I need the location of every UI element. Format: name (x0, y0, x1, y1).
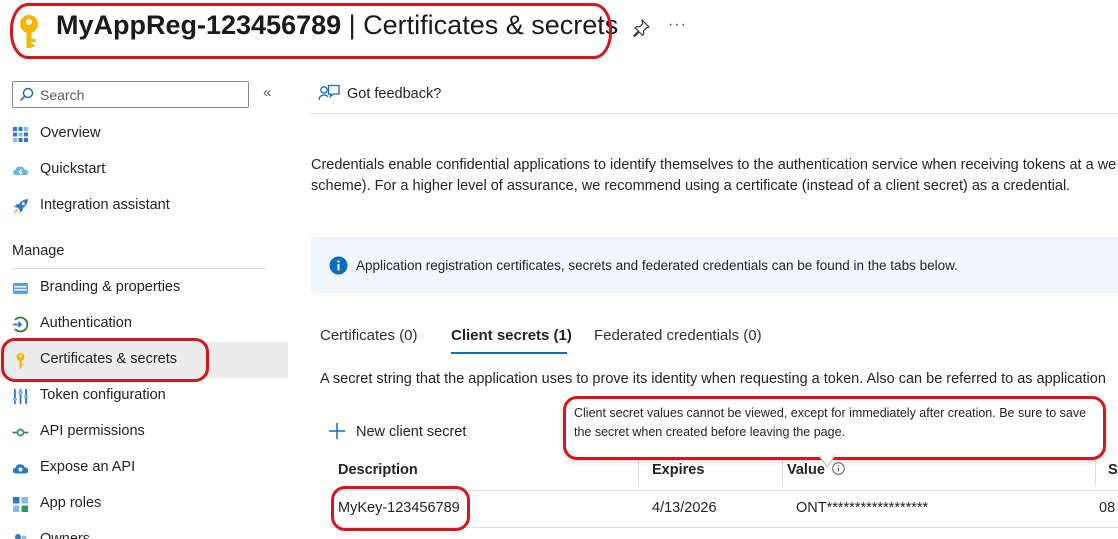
info-banner-text: Application registration certificates, s… (356, 258, 958, 273)
column-header-expires[interactable]: Expires (652, 462, 704, 478)
sidebar-item-api-permissions[interactable]: API permissions (0, 414, 288, 450)
sidebar-item-overview[interactable]: Overview (0, 116, 288, 152)
sidebar-item-certificates-secrets[interactable]: Certificates & secrets (0, 342, 288, 378)
sidebar-item-label: Expose an API (40, 459, 136, 475)
description-line: Credentials enable confidential applicat… (311, 157, 1117, 173)
sidebar-item-label: Overview (40, 125, 101, 141)
title-separator: | (341, 10, 364, 40)
tooltip-pointer (818, 455, 836, 468)
page-header: MyAppReg-123456789 | Certificates & secr… (0, 0, 1118, 60)
table-header-divider (330, 490, 1118, 491)
sidebar-item-label: Branding & properties (40, 279, 181, 295)
sidebar-item-expose-an-api[interactable]: Expose an API (0, 450, 288, 486)
feedback-label: Got feedback? (347, 86, 442, 102)
sidebar-item-label: API permissions (40, 423, 145, 439)
plus-icon (329, 423, 345, 439)
blade-name: Certificates & secrets (363, 10, 619, 40)
description-line: scheme). For a higher level of assurance… (311, 178, 1071, 194)
sidebar-item-label: Certificates & secrets (40, 351, 177, 367)
branding-icon (13, 283, 28, 294)
more-actions-icon[interactable]: ··· (668, 16, 687, 34)
authentication-icon (13, 316, 29, 333)
sidebar-item-label: Integration assistant (40, 197, 170, 213)
column-header-value[interactable]: Value (787, 462, 845, 478)
tab-client-secrets[interactable]: Client secrets (1) (451, 327, 572, 355)
collapse-sidebar-icon[interactable]: « (263, 84, 271, 101)
sidebar-item-branding[interactable]: Branding & properties (0, 270, 288, 306)
section-divider (12, 268, 266, 269)
column-header-secret-id[interactable]: Se (1108, 462, 1118, 478)
feedback-icon (318, 84, 340, 101)
search-placeholder: Search (40, 87, 85, 103)
key-icon (20, 15, 38, 48)
overview-grid-icon (13, 127, 28, 142)
sidebar-item-owners[interactable]: Owners (0, 522, 288, 539)
column-header-description[interactable]: Description (338, 462, 418, 478)
info-icon (329, 256, 348, 275)
column-separator (782, 456, 783, 486)
rocket-icon (13, 199, 28, 214)
sidebar-item-token-configuration[interactable]: Token configuration (0, 378, 288, 414)
sidebar-item-label: Token configuration (40, 387, 166, 403)
api-permissions-icon (12, 428, 29, 437)
owners-icon (15, 534, 27, 539)
tab-federated-credentials[interactable]: Federated credentials (0) (594, 327, 762, 355)
secret-description-cell: MyKey-123456789 (338, 500, 460, 516)
sidebar-item-label: App roles (40, 495, 102, 511)
sidebar-item-integration-assistant[interactable]: Integration assistant (0, 188, 288, 224)
credentials-description: Credentials enable confidential applicat… (311, 155, 1118, 197)
new-client-secret-label: New client secret (356, 424, 467, 440)
column-separator (1095, 456, 1096, 486)
sidebar-item-authentication[interactable]: Authentication (0, 306, 288, 342)
table-row-divider (330, 527, 1118, 528)
tooltip-text: Client secret values cannot be viewed, e… (574, 406, 1087, 439)
token-config-icon (12, 389, 29, 404)
value-tooltip: Client secret values cannot be viewed, e… (563, 396, 1106, 460)
active-tab-indicator (451, 352, 567, 354)
manage-section-heading: Manage (12, 243, 65, 259)
key-icon (16, 353, 25, 369)
sidebar-item-label: Owners (40, 531, 90, 539)
tab-certificates[interactable]: Certificates (0) (320, 327, 418, 355)
page-title: MyAppReg-123456789 | Certificates & secr… (56, 10, 618, 41)
sidebar-item-label: Quickstart (40, 161, 106, 177)
sidebar-item-app-roles[interactable]: App roles (0, 486, 288, 522)
sidebar-item-label: Authentication (40, 315, 132, 331)
secret-id-cell: 08 (1099, 500, 1116, 516)
client-secrets-description: A secret string that the application use… (320, 371, 1106, 387)
search-icon (19, 87, 34, 102)
secret-expires-cell: 4/13/2026 (652, 500, 717, 516)
cloud-lightning-icon (13, 166, 28, 177)
column-separator (638, 456, 639, 486)
command-bar-divider (310, 113, 1118, 114)
pin-icon[interactable] (631, 18, 651, 38)
sidebar-item-quickstart[interactable]: Quickstart (0, 152, 288, 188)
cloud-api-icon (12, 464, 29, 474)
secret-value-cell: ONT****************** (796, 500, 929, 516)
sidebar-search-input[interactable]: Search (12, 81, 249, 108)
app-roles-icon (13, 497, 28, 512)
app-name: MyAppReg-123456789 (56, 10, 342, 40)
info-banner: Application registration certificates, s… (311, 237, 1118, 293)
